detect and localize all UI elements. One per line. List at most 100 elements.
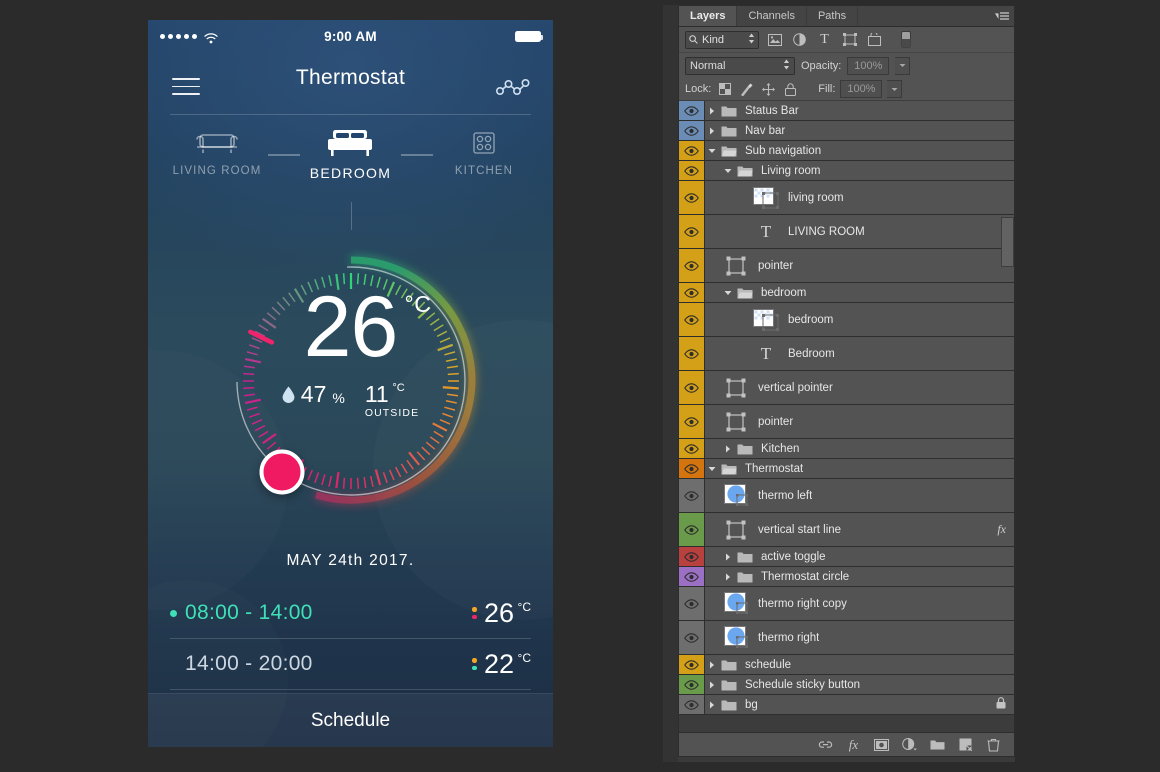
layer-row[interactable]: schedule [679,655,1014,675]
layer-row-body[interactable]: Schedule sticky button [705,675,1014,694]
chevron-right-icon[interactable] [705,701,719,709]
chevron-right-icon[interactable] [705,661,719,669]
layer-row[interactable]: Kitchen [679,439,1014,459]
layer-row[interactable]: pointer [679,249,1014,283]
chevron-right-icon[interactable] [721,573,735,581]
opacity-dropdown-arrow[interactable] [895,57,910,75]
layer-row-body[interactable]: Status Bar [705,101,1014,120]
layer-visibility-toggle[interactable] [679,249,705,282]
layer-row[interactable]: active toggle [679,547,1014,567]
layer-visibility-toggle[interactable] [679,587,705,620]
layer-row[interactable]: Thermostat [679,459,1014,479]
layer-row[interactable]: Living room [679,161,1014,181]
layer-row[interactable]: bg [679,695,1014,715]
room-tab-kitchen[interactable]: KITCHEN [433,126,535,177]
layer-row[interactable]: thermo right [679,621,1014,655]
new-adjustment-layer-icon[interactable] [902,737,917,752]
layer-visibility-toggle[interactable] [679,675,705,694]
room-tab-bedroom[interactable]: BEDROOM [300,126,402,181]
layer-row-body[interactable]: schedule [705,655,1014,674]
layer-row-body[interactable]: vertical pointer [705,371,1014,404]
add-layer-mask-icon[interactable] [874,737,889,752]
layer-visibility-toggle[interactable] [679,121,705,140]
chevron-down-icon[interactable] [721,167,735,175]
layer-row[interactable]: thermo left [679,479,1014,513]
layer-visibility-toggle[interactable] [679,101,705,120]
pixel-filter-icon[interactable] [765,31,784,49]
tab-layers[interactable]: Layers [679,6,737,26]
layer-row[interactable]: Nav bar [679,121,1014,141]
opacity-input[interactable]: 100% [847,57,889,75]
layer-row[interactable]: bedroom [679,283,1014,303]
chevron-right-icon[interactable] [705,681,719,689]
layer-row-body[interactable]: Living room [705,161,1014,180]
chevron-right-icon[interactable] [721,553,735,561]
layer-row[interactable]: living room [679,181,1014,215]
new-layer-icon[interactable] [958,737,973,752]
layer-row-body[interactable]: living room [705,181,1014,214]
lock-position-icon[interactable] [760,81,777,97]
layer-list-scrollbar[interactable] [1001,217,1014,267]
layer-row[interactable]: vertical pointer [679,371,1014,405]
chevron-down-icon[interactable] [721,289,735,297]
thermostat-dial[interactable]: 26 °C 47 % 11 °C [148,236,553,526]
layer-visibility-toggle[interactable] [679,181,705,214]
lock-image-pixels-icon[interactable] [738,81,755,97]
layer-row-body[interactable]: thermo left [705,479,1014,512]
dial-graphic[interactable]: 26 °C 47 % 11 °C [206,236,496,526]
layer-row-body[interactable]: pointer [705,405,1014,438]
layer-row-body[interactable]: Sub navigation [705,141,1014,160]
dial-knob-handle[interactable] [259,450,304,495]
layer-row-body[interactable]: bedroom [705,303,1014,336]
adjustment-filter-icon[interactable] [790,31,809,49]
layer-row[interactable]: Sub navigation [679,141,1014,161]
layer-visibility-toggle[interactable] [679,513,705,546]
delete-layer-icon[interactable] [986,737,1001,752]
layer-visibility-toggle[interactable] [679,479,705,512]
layer-visibility-toggle[interactable] [679,439,705,458]
layer-row[interactable]: bedroom [679,303,1014,337]
layer-visibility-toggle[interactable] [679,141,705,160]
fill-dropdown-arrow[interactable] [887,80,902,98]
layer-visibility-toggle[interactable] [679,337,705,370]
room-tab-living-room[interactable]: LIVING ROOM [166,126,268,177]
layer-visibility-toggle[interactable] [679,547,705,566]
layer-visibility-toggle[interactable] [679,405,705,438]
tab-channels[interactable]: Channels [737,6,806,26]
graph-nodes-icon[interactable] [495,74,531,100]
lock-transparent-pixels-icon[interactable] [716,81,733,97]
tab-paths[interactable]: Paths [807,6,858,26]
layer-row-body[interactable]: Kitchen [705,439,1014,458]
layer-row-body[interactable]: vertical start linefx [705,513,1014,546]
layer-visibility-toggle[interactable] [679,215,705,248]
layer-row-body[interactable]: thermo right [705,621,1014,654]
smart-object-filter-icon[interactable] [865,31,884,49]
lock-all-icon[interactable] [782,81,799,97]
layer-visibility-toggle[interactable] [679,161,705,180]
filter-toggle-icon[interactable] [896,31,915,49]
layer-visibility-toggle[interactable] [679,371,705,404]
layer-list[interactable]: Status BarNav barSub navigationLiving ro… [679,101,1014,732]
layer-row-body[interactable]: Nav bar [705,121,1014,140]
layer-row[interactable]: Thermostat circle [679,567,1014,587]
new-group-icon[interactable] [930,737,945,752]
add-layer-style-icon[interactable]: fx [846,737,861,752]
panel-menu-icon[interactable] [995,10,1009,22]
layer-row[interactable]: TBedroom [679,337,1014,371]
schedule-row[interactable]: 08:00 - 14:00 26 °C [170,588,531,639]
layer-row-body[interactable]: Thermostat circle [705,567,1014,586]
layer-visibility-toggle[interactable] [679,567,705,586]
layer-row[interactable]: thermo right copy [679,587,1014,621]
layer-row-body[interactable]: bedroom [705,283,1014,302]
schedule-sticky-button[interactable]: Schedule [148,693,553,747]
filter-kind-select[interactable]: Kind [685,31,759,49]
layer-row-body[interactable]: TLIVING ROOM [705,215,1014,248]
layer-row-body[interactable]: pointer [705,249,1014,282]
layer-visibility-toggle[interactable] [679,459,705,478]
layer-row[interactable]: vertical start linefx [679,513,1014,547]
layer-row-body[interactable]: active toggle [705,547,1014,566]
chevron-down-icon[interactable] [705,147,719,155]
chevron-right-icon[interactable] [705,107,719,115]
chevron-down-icon[interactable] [705,465,719,473]
layer-row-body[interactable]: bg [705,695,1014,714]
